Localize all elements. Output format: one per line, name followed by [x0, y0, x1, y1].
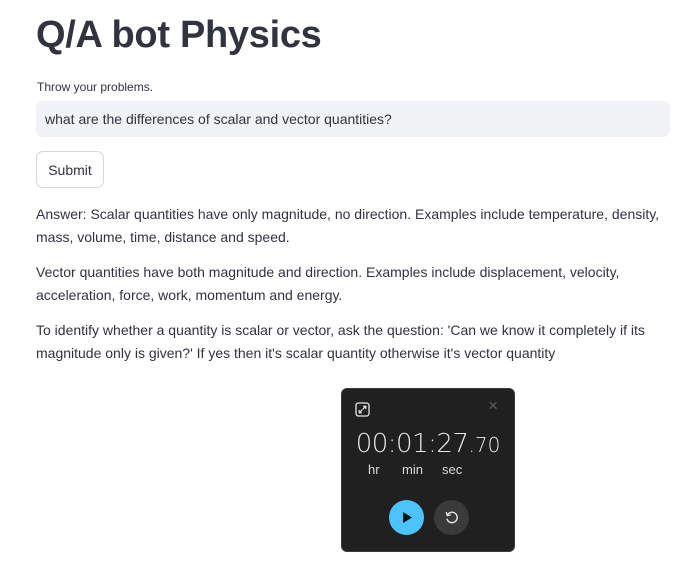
answer-block: Answer: Scalar quantities have only magn… — [36, 203, 666, 377]
unit-sec-label: sec — [442, 462, 463, 477]
answer-paragraph: Vector quantities have both magnitude an… — [36, 264, 620, 303]
close-icon[interactable]: × — [488, 397, 498, 414]
question-input[interactable] — [36, 101, 670, 137]
timer-widget: × 00:01:27.70 hr min sec — [341, 388, 515, 552]
timer-fraction: .70 — [468, 433, 501, 457]
play-button[interactable] — [389, 500, 424, 535]
question-label: Throw your problems. — [37, 80, 154, 94]
page-title: Q/A bot Physics — [36, 14, 322, 56]
play-icon — [403, 512, 412, 523]
timer-main-time: 00:01:27 — [355, 429, 469, 459]
submit-button[interactable]: Submit — [36, 151, 104, 188]
unit-min-label: min — [402, 462, 423, 477]
reset-button[interactable] — [434, 500, 469, 535]
answer-paragraph: Answer: Scalar quantities have only magn… — [36, 206, 660, 245]
timer-display: 00:01:27.70 — [342, 429, 514, 459]
unit-hr-label: hr — [368, 462, 380, 477]
answer-paragraph: To identify whether a quantity is scalar… — [36, 322, 645, 361]
expand-icon[interactable] — [355, 402, 370, 417]
reset-icon — [445, 511, 458, 524]
